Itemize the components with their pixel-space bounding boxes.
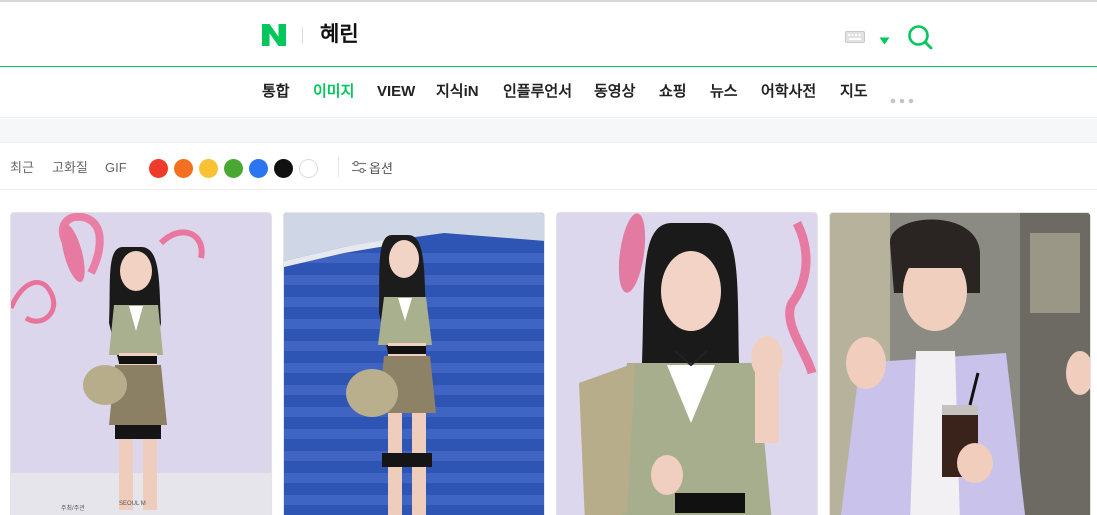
tab-shopping[interactable]: 쇼핑 — [659, 82, 687, 102]
more-tabs-icon[interactable] — [890, 91, 914, 104]
color-filter-white[interactable] — [299, 159, 318, 178]
section-gap — [0, 119, 1097, 142]
naver-logo-icon — [262, 24, 286, 46]
naver-logo[interactable] — [262, 24, 286, 46]
image-result-3-photo — [557, 213, 817, 515]
image-result-2[interactable] — [283, 212, 545, 515]
image-result-4[interactable] — [829, 212, 1091, 515]
options-button[interactable]: 옵션 — [352, 158, 393, 176]
tab-video[interactable]: 동영상 — [594, 82, 635, 102]
image-results-grid: 주최/주관 SEOUL M — [0, 191, 1097, 515]
svg-text:SEOUL M: SEOUL M — [119, 501, 146, 507]
options-label: 옵션 — [369, 160, 393, 176]
filter-gif[interactable]: GIF — [105, 160, 127, 176]
sliders-icon — [352, 161, 366, 173]
color-filter-orange[interactable] — [174, 159, 193, 178]
search-tabs: 통합 이미지 VIEW 지식iN 인플루언서 동영상 쇼핑 뉴스 어학사전 지도 — [0, 67, 1097, 118]
image-result-3[interactable] — [556, 212, 818, 515]
svg-text:주최/주관: 주최/주관 — [61, 504, 85, 512]
image-result-4-photo — [830, 213, 1090, 515]
color-filter-blue[interactable] — [249, 159, 268, 178]
filter-hd[interactable]: 고화질 — [52, 160, 88, 176]
color-filter-black[interactable] — [274, 159, 293, 178]
tab-view[interactable]: VIEW — [377, 82, 415, 102]
search-icon[interactable] — [907, 24, 933, 50]
filter-separator — [338, 157, 339, 177]
image-result-1[interactable]: 주최/주관 SEOUL M — [10, 212, 272, 515]
keyboard-icon[interactable] — [845, 30, 865, 43]
image-filter-bar: 최근 고화질 GIF 옵션 — [0, 142, 1097, 190]
tab-all[interactable]: 통합 — [262, 82, 290, 102]
image-result-2-photo — [284, 213, 544, 515]
tab-influencer[interactable]: 인플루언서 — [503, 82, 572, 102]
tab-map[interactable]: 지도 — [840, 82, 868, 102]
image-result-1-photo: 주최/주관 SEOUL M — [11, 213, 271, 515]
caret-down-icon[interactable] — [879, 32, 890, 45]
tab-images[interactable]: 이미지 — [313, 82, 354, 102]
color-filter-green[interactable] — [224, 159, 243, 178]
search-header: 혜린 — [0, 2, 1097, 66]
tab-dictionary[interactable]: 어학사전 — [761, 82, 816, 102]
color-filter-red[interactable] — [149, 159, 168, 178]
search-query-text[interactable]: 혜린 — [320, 22, 359, 48]
color-filter-yellow[interactable] — [199, 159, 218, 178]
logo-divider — [302, 27, 303, 44]
tab-news[interactable]: 뉴스 — [710, 82, 738, 102]
tab-kin[interactable]: 지식iN — [436, 82, 479, 102]
filter-recent[interactable]: 최근 — [10, 160, 34, 176]
